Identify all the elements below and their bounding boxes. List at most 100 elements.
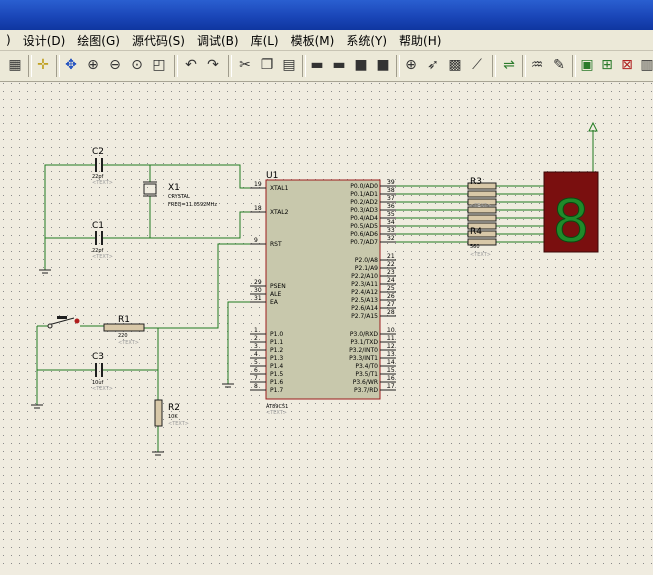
pin-number: 17 [387, 383, 395, 390]
pin-name: P0.6/AD6 [350, 231, 378, 238]
menu-design[interactable]: 设计(D) [17, 32, 72, 49]
pin-number: 34 [387, 219, 395, 226]
menu-graph[interactable]: 绘图(G) [71, 32, 126, 49]
zoom-in-icon[interactable]: ⊕ [84, 56, 102, 74]
pin-number: 13 [387, 351, 395, 358]
block-delete-icon[interactable]: ■ [374, 56, 392, 74]
netlist-icon[interactable]: ▥ [638, 56, 653, 74]
block-copy-icon[interactable]: ▬ [308, 56, 326, 74]
r4-ref: R4 [470, 227, 482, 237]
origin-icon[interactable]: ✛ [34, 56, 52, 74]
menu-source[interactable]: 源代码(S) [126, 32, 191, 49]
pin-name: P0.4/AD4 [350, 215, 378, 222]
decompose-icon[interactable]: ⟋ [468, 56, 486, 74]
menu-view-partial[interactable]: ) [0, 33, 17, 47]
pan-icon[interactable]: ✥ [62, 56, 80, 74]
pin-number: 21 [387, 253, 395, 260]
pin-name: P2.6/A14 [351, 305, 378, 312]
zoom-area-icon[interactable]: ◰ [150, 56, 168, 74]
pin-name: PSEN [270, 283, 286, 290]
toolbar-separator [28, 55, 32, 77]
pin-number: 38 [387, 187, 395, 194]
toolbar: ▦ ✛ ✥ ⊕ ⊖ ⊙ ◰ ↶ ↷ ✂ ❐ ▤ ▬ ▬ ■ ■ ⊕ ➶ ▩ ⟋ … [0, 51, 653, 82]
pin-name: XTAL2 [270, 209, 289, 216]
r1-tag: <TEXT> [118, 340, 139, 346]
paste-icon[interactable]: ▤ [280, 56, 298, 74]
pin-number: 27 [387, 301, 395, 308]
pin-name: P3.2/INT0 [349, 347, 378, 354]
pin-name: P2.1/A9 [355, 265, 378, 272]
pin-number: 12 [387, 343, 395, 350]
title-bar [0, 0, 653, 30]
r4-value: 560 [470, 244, 480, 250]
pick-device-icon[interactable]: ⊕ [402, 56, 420, 74]
schematic-drawing: C2 22pf <TEXT> C1 22pf <TEXT> X1 CRYSTAL… [0, 82, 653, 571]
resistor-element [467, 214, 497, 222]
pin-name: P3.6/WR [353, 379, 378, 386]
block-rotate-icon[interactable]: ■ [352, 56, 370, 74]
resistor-element [467, 190, 497, 198]
pin-number: 24 [387, 277, 395, 284]
packaging-tool-icon[interactable]: ▩ [446, 56, 464, 74]
pin-name: P1.5 [270, 371, 283, 378]
zoom-out-icon[interactable]: ⊖ [106, 56, 124, 74]
wire-autorouter-icon[interactable]: ⇌ [500, 56, 518, 74]
c1-ref: C1 [92, 221, 104, 231]
pin-number: 9 [254, 237, 258, 244]
menu-system[interactable]: 系统(Y) [340, 32, 393, 49]
redo-icon[interactable]: ↷ [204, 56, 222, 74]
seven-segment-display[interactable]: 8 [543, 171, 599, 256]
pin-name: P1.2 [270, 347, 283, 354]
pin-number: 32 [387, 235, 395, 242]
pin-number: 30 [254, 287, 262, 294]
pin-name: P3.4/T0 [355, 363, 378, 370]
property-assignment-icon[interactable]: ✎ [550, 56, 568, 74]
c2-tag: <TEXT> [92, 180, 113, 186]
segment-digit: 8 [553, 187, 590, 255]
menu-debug[interactable]: 调试(B) [191, 32, 245, 49]
add-sheet-icon[interactable]: ⊞ [598, 56, 616, 74]
pin-number: 7 [254, 375, 258, 382]
r1-value: 220 [118, 333, 128, 339]
pin-name: P0.2/AD2 [350, 199, 378, 206]
pin-name: P2.0/A8 [355, 257, 378, 264]
pin-number: 26 [387, 293, 395, 300]
pin-name: P1.0 [270, 331, 283, 338]
remove-sheet-icon[interactable]: ⊠ [618, 56, 636, 74]
r2-tag: <TEXT> [168, 421, 189, 427]
microcontroller-u1[interactable]: U1 AT89C51 <TEXT> 19XTAL118XTAL29RST29PS… [250, 171, 396, 416]
pin-name: P2.2/A10 [351, 273, 378, 280]
menu-template[interactable]: 模板(M) [285, 32, 341, 49]
pin-number: 22 [387, 261, 395, 268]
pin-name: P2.5/A13 [351, 297, 378, 304]
pin-number: 36 [387, 203, 395, 210]
pin-number: 2 [254, 335, 258, 342]
pin-number: 1 [254, 327, 258, 334]
x1-freq: FREQ=11.0592MHz [168, 202, 217, 208]
pin-number: 35 [387, 211, 395, 218]
r1-ref: R1 [118, 315, 130, 325]
grid-icon[interactable]: ▦ [6, 56, 24, 74]
make-device-icon[interactable]: ➶ [424, 56, 442, 74]
search-tag-icon[interactable]: ♒ [528, 56, 546, 74]
r2-ref: R2 [168, 403, 180, 413]
undo-icon[interactable]: ↶ [182, 56, 200, 74]
r3-tag: <TEXT> [470, 203, 491, 209]
menu-help[interactable]: 帮助(H) [393, 32, 447, 49]
pin-number: 16 [387, 375, 395, 382]
schematic-canvas[interactable]: C2 22pf <TEXT> C1 22pf <TEXT> X1 CRYSTAL… [0, 82, 653, 571]
block-move-icon[interactable]: ▬ [330, 56, 348, 74]
x1-type: CRYSTAL [168, 194, 190, 200]
toolbar-separator [522, 55, 526, 77]
toolbar-separator [396, 55, 400, 77]
new-sheet-icon[interactable]: ▣ [578, 56, 596, 74]
menu-library[interactable]: 库(L) [245, 32, 285, 49]
pin-name: P0.0/AD0 [350, 183, 378, 190]
cut-icon[interactable]: ✂ [236, 56, 254, 74]
zoom-all-icon[interactable]: ⊙ [128, 56, 146, 74]
pin-number: 8 [254, 383, 258, 390]
pin-name: P1.1 [270, 339, 283, 346]
copy-icon[interactable]: ❐ [258, 56, 276, 74]
pin-name: ALE [270, 291, 281, 298]
pin-number: 10 [387, 327, 395, 334]
